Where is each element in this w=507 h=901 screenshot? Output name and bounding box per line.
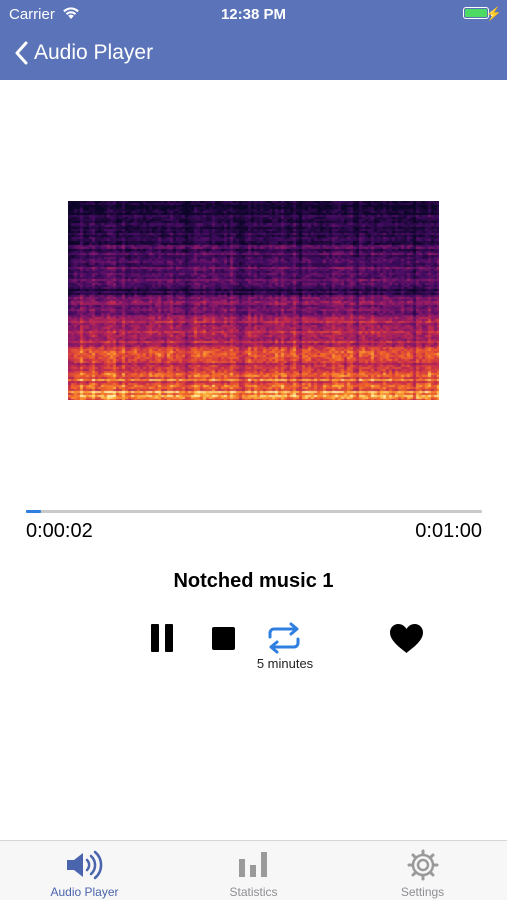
tab-label: Settings <box>400 885 445 899</box>
tab-label: Audio Player <box>50 885 119 899</box>
tab-label: Statistics <box>229 885 278 899</box>
speaker-icon <box>65 849 105 886</box>
pause-icon <box>151 624 159 652</box>
stop-button[interactable] <box>212 627 235 650</box>
pause-icon-bar <box>165 624 173 652</box>
bar-chart-icon <box>238 849 270 884</box>
tab-statistics[interactable]: Statistics <box>169 841 338 901</box>
chevron-left-icon <box>14 41 28 65</box>
charging-bolt-icon: ⚡ <box>485 6 502 21</box>
pause-button[interactable] <box>150 624 174 652</box>
tab-settings[interactable]: Settings <box>338 841 507 901</box>
track-title: Notched music 1 <box>173 570 334 592</box>
total-time: 0:01:00 <box>415 520 482 542</box>
heart-icon <box>388 624 425 659</box>
elapsed-time: 0:00:02 <box>26 520 93 542</box>
tab-audio-player[interactable]: Audio Player <box>0 841 169 901</box>
tab-bar: Audio Player Statistics Settings <box>0 840 507 900</box>
favorite-button[interactable] <box>388 622 425 655</box>
progress-fill <box>26 510 42 513</box>
spectrogram-image <box>68 201 439 400</box>
repeat-button[interactable] <box>266 622 302 654</box>
repeat-duration-label: 5 minutes <box>256 656 314 671</box>
navigation-header: Carrier 12:38 PM ⚡ Audio Player <box>0 0 507 80</box>
status-bar: Carrier 12:38 PM ⚡ <box>0 0 507 28</box>
playback-progress-slider[interactable] <box>26 510 482 513</box>
back-button[interactable]: Audio Player <box>14 38 153 68</box>
gear-icon <box>407 849 439 886</box>
page-title: Audio Player <box>34 41 154 64</box>
clock: 12:38 PM <box>220 6 287 23</box>
